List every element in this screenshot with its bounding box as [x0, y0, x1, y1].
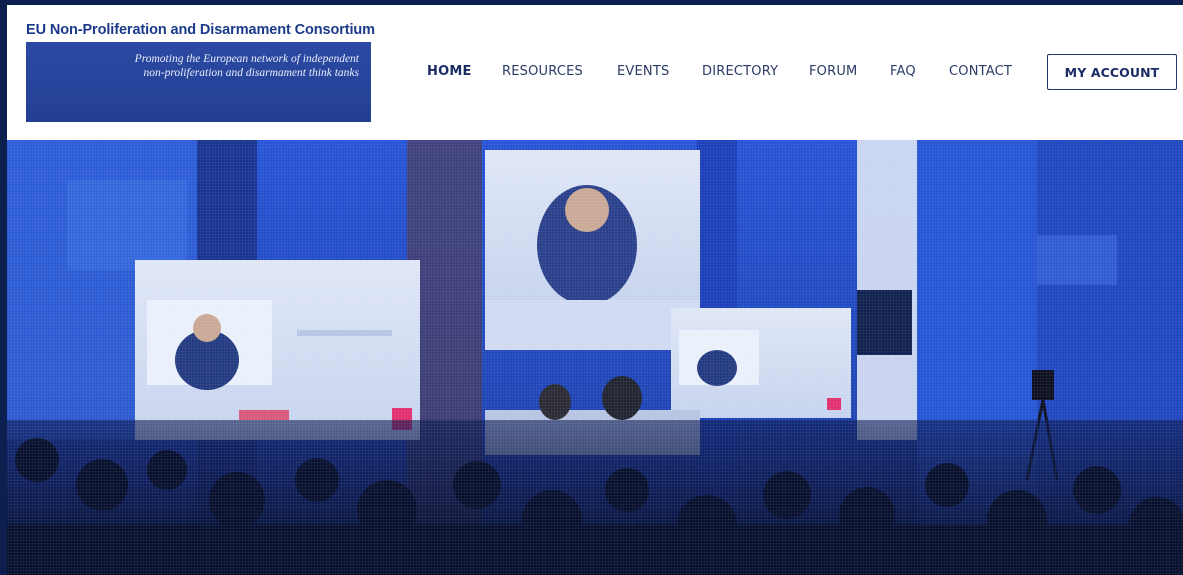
- eu-banner: [1037, 235, 1117, 285]
- panelist-2: [602, 376, 642, 420]
- camera: [1032, 370, 1054, 400]
- nav-faq[interactable]: FAQ: [890, 64, 916, 79]
- site-title[interactable]: EU Non-Proliferation and Disarmament Con…: [26, 22, 375, 38]
- nav-events[interactable]: EVENTS: [617, 64, 669, 79]
- nav-resources[interactable]: RESOURCES: [502, 64, 583, 79]
- left-banner: [67, 180, 187, 270]
- side-monitor: [857, 290, 912, 355]
- speaker-face: [565, 188, 609, 232]
- panelist-1: [539, 384, 571, 420]
- nav-contact[interactable]: CONTACT: [949, 64, 1012, 79]
- nav-home[interactable]: HOME: [427, 64, 472, 79]
- left-screen-logo: [239, 410, 289, 420]
- right-screen-speaker: [697, 350, 737, 386]
- conference-photo: [7, 140, 1183, 575]
- my-account-button[interactable]: MY ACCOUNT: [1047, 54, 1177, 90]
- right-screen-badge: [827, 398, 841, 410]
- main-screen-lower: [485, 300, 700, 350]
- site-logo-banner[interactable]: Promoting the European network of indepe…: [26, 42, 371, 122]
- browser-viewport: EU Non-Proliferation and Disarmament Con…: [7, 5, 1183, 575]
- hero-image: [7, 140, 1183, 575]
- nav-directory[interactable]: DIRECTORY: [702, 64, 778, 79]
- site-tagline: Promoting the European network of indepe…: [59, 52, 359, 80]
- tagline-line-2: non-proliferation and disarmament think …: [143, 67, 359, 79]
- nav-forum[interactable]: FORUM: [809, 64, 857, 79]
- left-screen-text: [297, 330, 392, 336]
- left-screen-face: [193, 314, 221, 342]
- tagline-line-1: Promoting the European network of indepe…: [134, 53, 359, 65]
- site-header: EU Non-Proliferation and Disarmament Con…: [7, 5, 1183, 140]
